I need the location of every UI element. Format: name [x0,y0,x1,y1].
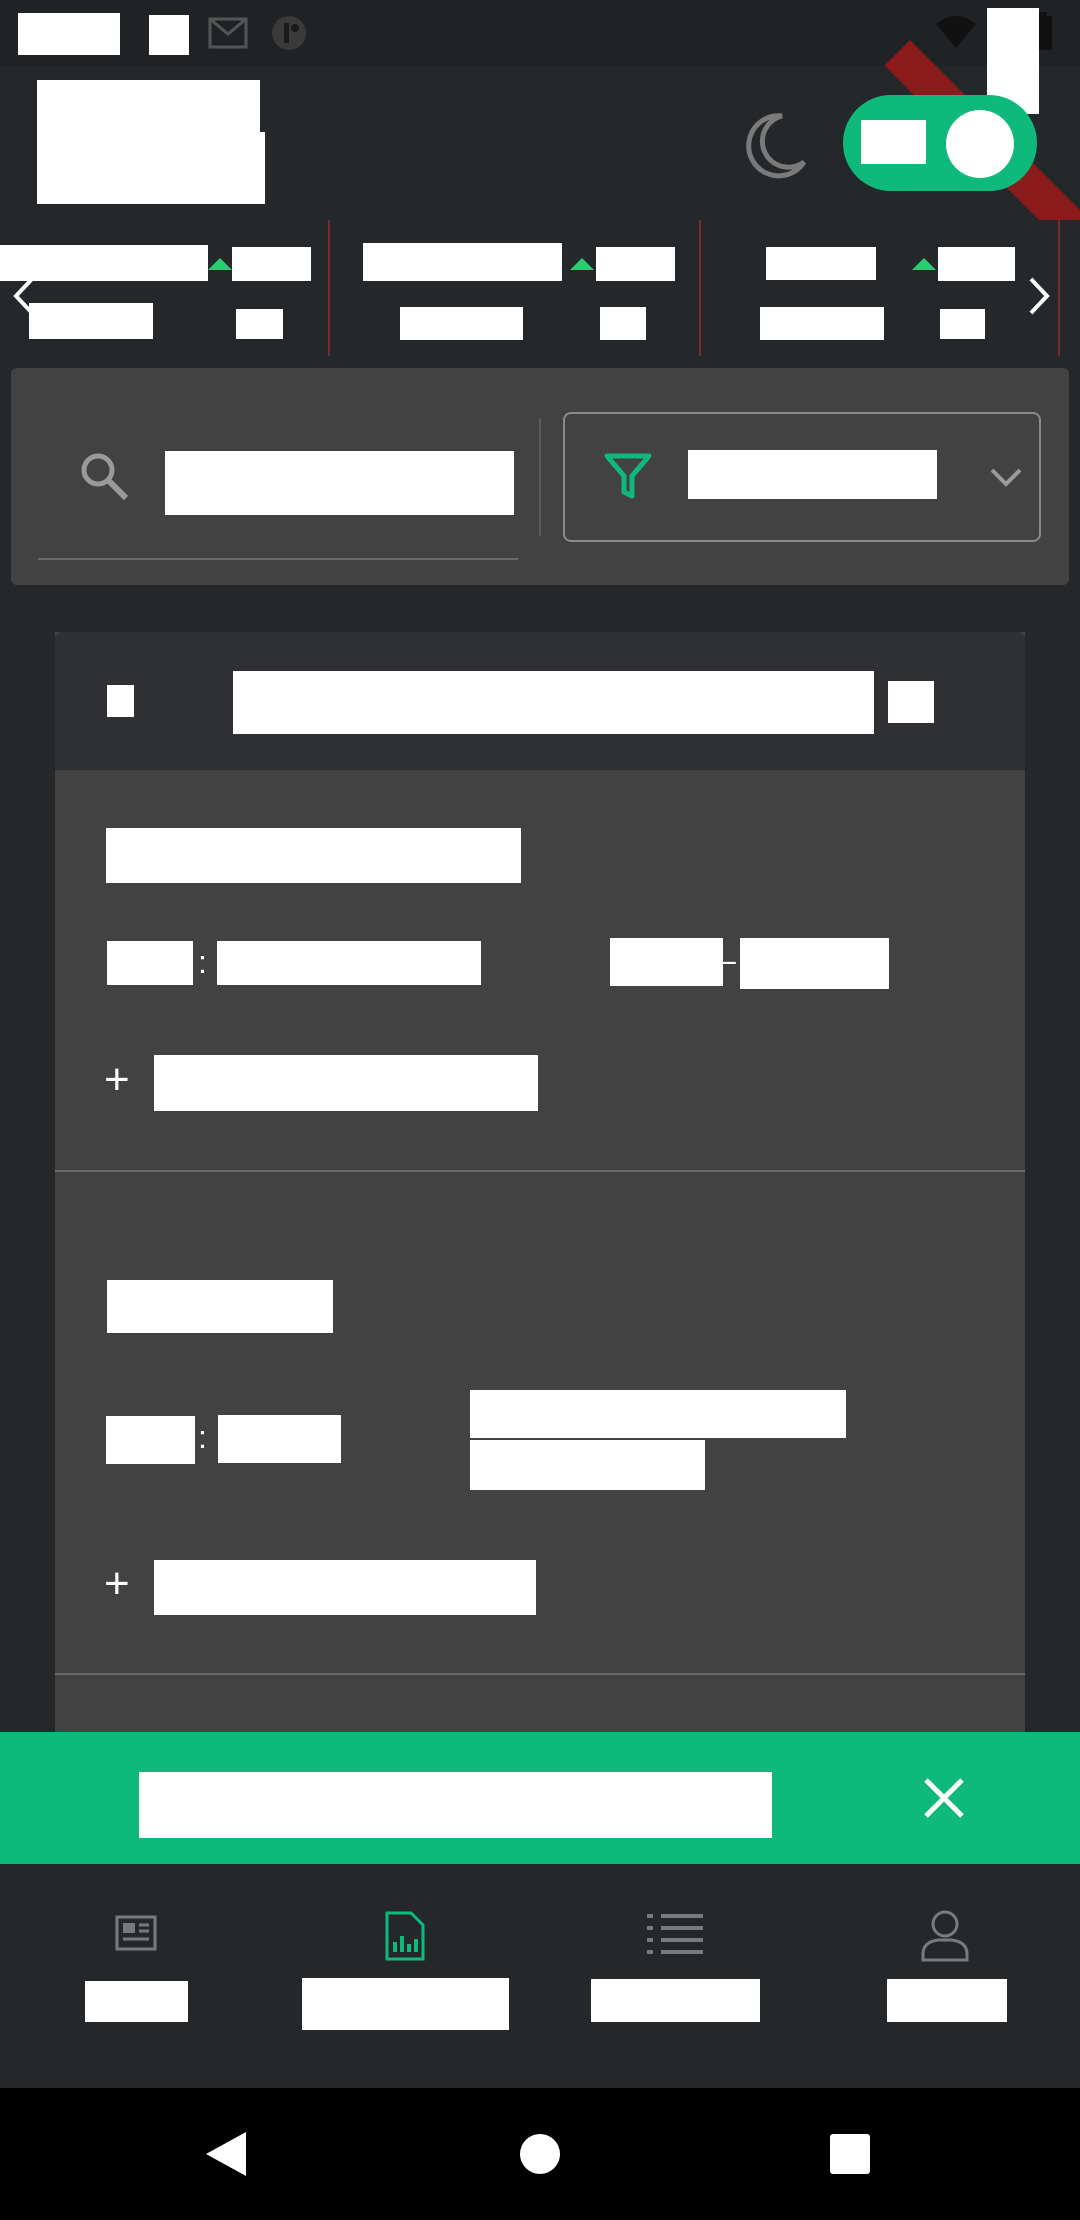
list-divider [55,1673,1025,1675]
list-item-value [217,941,481,985]
wifi-icon [936,14,976,50]
chevron-right-icon[interactable] [1025,275,1053,317]
nav-item-label [591,1979,760,2022]
list-item-value [218,1415,341,1463]
ticker-name [0,245,208,281]
status-notification [149,15,189,55]
ticker-divider [699,220,701,356]
filter-selected-value [688,450,937,499]
ticker-percent [600,307,646,340]
ticker-value [29,303,153,339]
list-item-label [107,941,193,985]
snackbar-message [139,1772,772,1838]
back-icon[interactable] [204,2130,248,2178]
search-filter-divider [539,418,541,536]
filter-icon [604,452,652,502]
list-item-title [106,828,521,883]
ticker-change [938,247,1015,281]
nav-item-label [85,1981,188,2022]
list-item-separator: : [198,1419,207,1455]
close-icon[interactable] [922,1776,966,1820]
list-item-title [107,1280,333,1333]
ticker-change [596,247,675,281]
ticker-change [232,247,311,281]
ticker-divider [1058,220,1060,356]
market-ticker [0,216,1080,362]
report-chart-icon [383,1910,427,1962]
list-item-add-label[interactable] [154,1560,536,1615]
up-arrow-icon [208,256,232,270]
news-icon [113,1914,159,1954]
app-title-line-1 [37,80,260,140]
list-item-end [740,938,889,989]
status-time [18,13,120,55]
select-all-checkbox[interactable] [107,685,134,717]
list-item-detail-line-2 [470,1440,705,1490]
ticker-percent [940,309,985,339]
theme-toggle-knob[interactable] [946,110,1014,178]
up-arrow-icon [912,256,936,270]
nav-item-label [302,1978,509,2030]
list-item-add-label[interactable] [154,1055,538,1111]
chevron-down-icon [988,466,1024,488]
bottom-navigation [0,1864,1080,2088]
profile-icon [920,1908,970,1962]
nav-item-label [887,1979,1007,2022]
search-placeholder [165,451,514,515]
list-item-label [106,1416,195,1464]
list-header-title [233,671,874,734]
app-title-line-2 [37,132,265,204]
list-icon [645,1912,705,1960]
add-icon[interactable]: + [104,1058,130,1102]
list-header-count [888,681,934,723]
up-arrow-icon [570,256,594,270]
moon-icon [742,110,810,182]
ticker-name [766,247,876,280]
ticker-divider [328,220,330,356]
gmail-icon [208,16,248,50]
theme-toggle-label [861,120,926,164]
ticker-value [400,307,523,340]
ticker-percent [236,309,283,339]
ticker-value [760,307,884,340]
list-item-start [610,938,723,986]
list-divider [55,1170,1025,1172]
recents-icon[interactable] [829,2133,871,2175]
list-item-detail-line-1 [470,1390,846,1438]
ticker-name [363,243,562,281]
app-icon [270,14,308,52]
list-item-dash: – [718,942,736,978]
home-icon[interactable] [519,2133,561,2175]
list-item-separator: : [198,944,207,980]
add-icon[interactable]: + [104,1562,130,1606]
status-bar [0,0,1080,66]
